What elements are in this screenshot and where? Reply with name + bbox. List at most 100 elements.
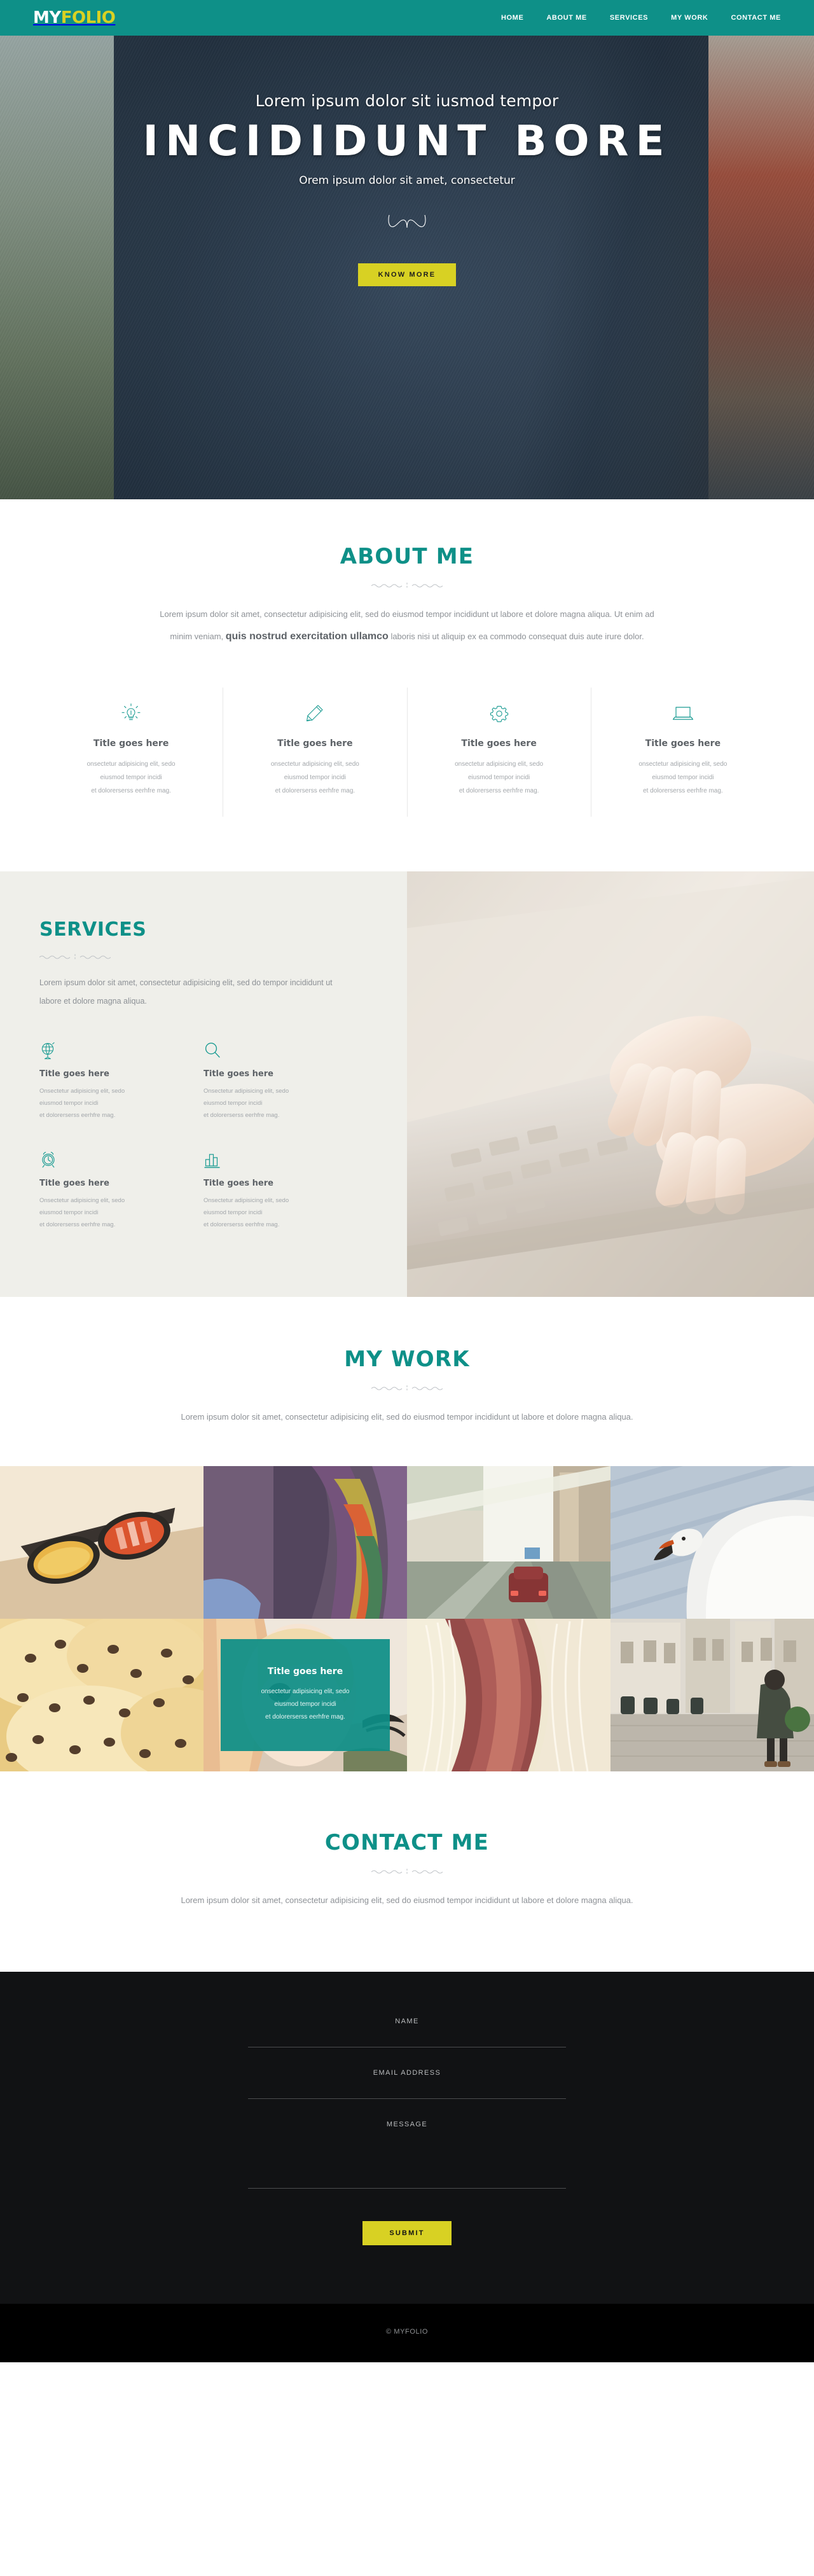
service-item-3-line3: et dolorerserss eerhfre mag. [39, 1221, 116, 1228]
nav-item-about-me[interactable]: ABOUT ME [546, 14, 586, 22]
portfolio-tile-4[interactable] [610, 1466, 814, 1619]
services-section: SERVICES Lorem ipsum dolor sit amet, con… [0, 871, 814, 1297]
service-item-4-text: Onsectetur adipisicing elit, sedo eiusmo… [204, 1195, 348, 1231]
work-paragraph: Lorem ipsum dolor sit amet, consectetur … [181, 1411, 633, 1422]
about-feature-1-text: onsectetur adipisicing elit, sedo eiusmo… [56, 758, 206, 798]
about-feature-3-line1: onsectetur adipisicing elit, sedo [455, 761, 544, 768]
about-feature-2-line2: eiusmod tempor incidi [284, 774, 346, 782]
service-item-2-line1: Onsectetur adipisicing elit, sedo [204, 1087, 289, 1095]
laptop-icon [608, 702, 758, 726]
about-feature-2-line1: onsectetur adipisicing elit, sedo [270, 761, 359, 768]
service-item-3-title: Title goes here [39, 1178, 109, 1188]
car-in-tunnel-photo [407, 1466, 610, 1619]
contact-paragraph: Lorem ipsum dolor sit amet, consectetur … [181, 1895, 633, 1906]
about-feature-3: Title goes here onsectetur adipisicing e… [408, 688, 591, 817]
services-items-grid: Title goes here Onsectetur adipisicing e… [39, 1040, 368, 1259]
service-item-2-line3: et dolorerserss eerhfre mag. [204, 1111, 280, 1119]
site-logo[interactable]: MYFOLIO [33, 8, 116, 27]
about-feature-4-text: onsectetur adipisicing elit, sedo eiusmo… [608, 758, 758, 798]
logo-folio: FOLIO [60, 8, 116, 27]
about-feature-3-text: onsectetur adipisicing elit, sedo eiusmo… [424, 758, 574, 798]
about-feature-3-line3: et dolorerserss eerhfre mag. [459, 787, 539, 795]
contact-title: CONTACT ME [324, 1830, 490, 1856]
about-feature-2-title: Title goes here [277, 738, 353, 749]
sunglasses-photo [0, 1466, 204, 1619]
name-field-group: NAME [248, 2018, 566, 2047]
horse-mane-photo [407, 1619, 610, 1772]
service-item-1-title: Title goes here [39, 1069, 109, 1079]
portfolio-tile-2[interactable] [204, 1466, 407, 1619]
about-feature-4-line2: eiusmod tempor incidi [652, 774, 714, 782]
hero-squiggle-ornament [0, 214, 814, 230]
about-feature-4-line1: onsectetur adipisicing elit, sedo [638, 761, 728, 768]
name-input[interactable] [248, 2030, 566, 2047]
portfolio-tile-6[interactable]: Title goes here onsectetur adipisicing e… [204, 1619, 407, 1772]
portfolio-tile-3[interactable] [407, 1466, 610, 1619]
contact-divider-ornament [371, 1869, 443, 1874]
portfolio-tile-8[interactable] [610, 1619, 814, 1772]
portfolio-tile-1[interactable] [0, 1466, 204, 1619]
site-header: MYFOLIO HOME ABOUT ME SERVICES MY WORK C… [0, 0, 814, 36]
work-divider-ornament [371, 1385, 443, 1390]
hero-content: Lorem ipsum dolor sit iusmod tempor INCI… [0, 36, 814, 287]
portfolio-tile-6-line3: et dolorerserss eerhfre mag. [265, 1714, 345, 1721]
service-item-2-line2: eiusmod tempor incidi [204, 1099, 263, 1107]
email-label: EMAIL ADDRESS [373, 2068, 441, 2077]
email-input[interactable] [248, 2082, 566, 2099]
about-feature-2-text: onsectetur adipisicing elit, sedo eiusmo… [240, 758, 390, 798]
alarm-clock-icon [39, 1149, 184, 1170]
portfolio-tile-5[interactable] [0, 1619, 204, 1772]
about-feature-2-line3: et dolorerserss eerhfre mag. [275, 787, 355, 795]
services-paragraph: Lorem ipsum dolor sit amet, consectetur … [39, 978, 333, 1006]
services-title: SERVICES [39, 918, 147, 941]
portfolio-tile-7[interactable] [407, 1619, 610, 1772]
nav-item-my-work[interactable]: MY WORK [671, 14, 708, 22]
gear-icon [424, 702, 574, 726]
about-paragraph-b: laboris nisi ut aliquip ex ea commodo co… [388, 631, 644, 641]
hands-typing-on-laptop-photo [407, 871, 814, 1297]
about-feature-1-line2: eiusmod tempor incidi [100, 774, 162, 782]
message-label: MESSAGE [386, 2120, 428, 2128]
service-item-1-line1: Onsectetur adipisicing elit, sedo [39, 1087, 125, 1095]
colorful-feathers-photo [204, 1466, 407, 1619]
service-item-3: Title goes here Onsectetur adipisicing e… [39, 1149, 204, 1231]
hero-know-more-button[interactable]: KNOW MORE [357, 263, 457, 287]
page-root: MYFOLIO HOME ABOUT ME SERVICES MY WORK C… [0, 0, 814, 2362]
footer-copyright: © MYFOLIO [385, 2327, 429, 2336]
service-item-3-line1: Onsectetur adipisicing elit, sedo [39, 1196, 125, 1204]
portfolio-tile-6-line2: eiusmod tempor incidi [274, 1701, 336, 1708]
submit-button[interactable]: SUBMIT [362, 2220, 452, 2245]
section-divider-ornament [371, 583, 443, 588]
globe-icon [39, 1040, 184, 1060]
about-feature-3-line2: eiusmod tempor incidi [467, 774, 530, 782]
work-section: MY WORK Lorem ipsum dolor sit amet, cons… [0, 1296, 814, 1467]
about-feature-4: Title goes here onsectetur adipisicing e… [591, 688, 775, 817]
nav-item-services[interactable]: SERVICES [610, 14, 648, 22]
about-paragraph: Lorem ipsum dolor sit amet, consectetur … [153, 605, 661, 648]
portfolio-tile-6-text: onsectetur adipisicing elit, sedo eiusmo… [261, 1686, 350, 1724]
service-item-1-line3: et dolorerserss eerhfre mag. [39, 1111, 116, 1119]
service-item-2-title: Title goes here [204, 1069, 273, 1079]
about-feature-1-line1: onsectetur adipisicing elit, sedo [86, 761, 176, 768]
portfolio-tile-6-title: Title goes here [267, 1666, 343, 1677]
portfolio-tile-6-line1: onsectetur adipisicing elit, sedo [261, 1688, 350, 1696]
service-item-4-title: Title goes here [204, 1178, 273, 1188]
message-field-group: MESSAGE [248, 2121, 566, 2192]
about-feature-1-line3: et dolorerserss eerhfre mag. [91, 787, 171, 795]
about-feature-4-line3: et dolorerserss eerhfre mag. [643, 787, 723, 795]
contact-header: CONTACT ME Lorem ipsum dolor sit amet, c… [0, 1830, 814, 1911]
hero-subtitle-top: Lorem ipsum dolor sit iusmod tempor [255, 92, 559, 110]
woman-walking-street-photo [610, 1619, 814, 1772]
hero-title: INCIDIDUNT BORE [142, 116, 672, 165]
nav-item-home[interactable]: HOME [501, 14, 523, 22]
about-title: ABOUT ME [340, 544, 474, 569]
main-nav: HOME ABOUT ME SERVICES MY WORK CONTACT M… [501, 14, 781, 22]
message-textarea[interactable] [248, 2133, 566, 2189]
service-item-1: Title goes here Onsectetur adipisicing e… [39, 1040, 204, 1121]
email-field-group: EMAIL ADDRESS [248, 2069, 566, 2099]
magnifier-icon [204, 1040, 348, 1060]
bar-chart-icon [204, 1149, 348, 1170]
nav-item-contact-me[interactable]: CONTACT ME [731, 14, 781, 22]
work-title: MY WORK [344, 1346, 470, 1372]
about-feature-1-title: Title goes here [93, 738, 169, 749]
